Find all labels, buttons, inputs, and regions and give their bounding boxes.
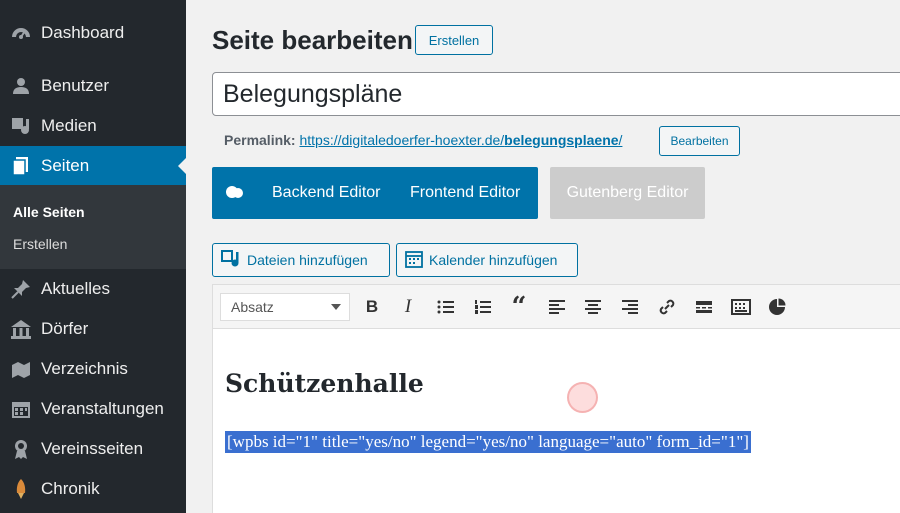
sidebar-submenu: Alle Seiten Erstellen <box>0 185 186 269</box>
backend-editor-button[interactable]: Backend Editor <box>272 184 381 202</box>
sidebar-item-label: Veranstaltungen <box>41 399 164 418</box>
chevron-down-icon <box>331 304 341 310</box>
building-icon <box>10 318 32 340</box>
sidebar-item-medien[interactable]: Medien <box>0 106 186 146</box>
format-select[interactable]: Absatz <box>220 293 350 321</box>
sidebar-item-label: Medien <box>41 116 97 135</box>
gutenberg-editor-button[interactable]: Gutenberg Editor <box>550 167 705 219</box>
map-icon <box>10 358 32 380</box>
new-page-button[interactable]: Erstellen <box>415 25 493 55</box>
calendar-icon <box>10 398 32 420</box>
rocket-icon <box>10 478 32 500</box>
pie-chart-icon[interactable] <box>765 295 789 319</box>
sidebar-item-label: Dashboard <box>41 23 125 42</box>
sidebar-item-label: Vereinsseiten <box>41 439 144 458</box>
align-left-icon[interactable] <box>545 295 569 319</box>
pin-icon <box>10 278 32 300</box>
sidebar-item-label: Chronik <box>41 479 100 498</box>
align-center-icon[interactable] <box>581 295 605 319</box>
quote-icon[interactable]: “ <box>507 292 531 322</box>
editor-toolbar: Absatz B I “ <box>213 285 900 329</box>
cloud-icon <box>224 183 246 206</box>
award-icon <box>10 438 32 460</box>
sidebar-item-verzeichnis[interactable]: Verzeichnis <box>0 349 186 389</box>
sidebar-item-label: Benutzer <box>41 76 110 95</box>
dashboard-icon <box>10 22 32 44</box>
sidebar-item-veranstaltungen[interactable]: Veranstaltungen <box>0 389 186 429</box>
numbered-list-icon[interactable] <box>471 295 495 319</box>
editor-content[interactable]: Schützenhalle [wpbs id="1" title="yes/no… <box>213 329 900 513</box>
user-icon <box>10 75 32 97</box>
add-calendar-label: Kalender hinzufügen <box>429 252 558 268</box>
permalink-edit-button[interactable]: Bearbeiten <box>659 126 740 156</box>
mouse-cursor-highlight <box>567 382 598 413</box>
add-files-label: Dateien hinzufügen <box>247 252 368 268</box>
sidebar-item-vereinsseiten[interactable]: Vereinsseiten <box>0 429 186 469</box>
sidebar-item-aktuelles[interactable]: Aktuelles <box>0 269 186 309</box>
editor-switch-bar: Backend Editor Frontend Editor <box>212 167 538 219</box>
permalink-base: https://digitaledoerfer-hoexter.de/ <box>299 132 505 148</box>
content-heading: Schützenhalle <box>225 369 424 398</box>
selected-shortcode[interactable]: [wpbs id="1" title="yes/no" legend="yes/… <box>225 431 751 453</box>
permalink-link[interactable]: https://digitaledoerfer-hoexter.de/beleg… <box>299 132 622 148</box>
sidebar-item-seiten[interactable]: Seiten <box>0 146 186 186</box>
sidebar-item-label: Seiten <box>41 156 90 175</box>
calendar-icon <box>405 250 423 271</box>
bold-icon[interactable]: B <box>360 295 384 319</box>
sidebar-item-label: Dörfer <box>41 319 89 338</box>
read-more-icon[interactable] <box>692 295 716 319</box>
bullet-list-icon[interactable] <box>434 295 458 319</box>
toolbar-toggle-icon[interactable] <box>729 295 753 319</box>
add-files-button[interactable]: Dateien hinzufügen <box>212 243 390 277</box>
align-right-icon[interactable] <box>618 295 642 319</box>
link-icon[interactable] <box>655 295 679 319</box>
page-title: Seite bearbeiten <box>212 25 413 55</box>
submenu-item-alle-seiten[interactable]: Alle Seiten <box>13 204 85 220</box>
classic-editor: Absatz B I “ Schützenhalle [wpbs id="1" … <box>212 284 900 513</box>
sidebar-item-benutzer[interactable]: Benutzer <box>0 66 186 106</box>
italic-icon[interactable]: I <box>396 295 420 319</box>
pages-icon <box>10 155 32 177</box>
post-title-input[interactable]: Belegungspläne <box>212 72 900 116</box>
sidebar-item-label: Verzeichnis <box>41 359 128 378</box>
permalink-label: Permalink: <box>224 132 296 148</box>
permalink-row: Permalink: https://digitaledoerfer-hoext… <box>224 132 622 148</box>
add-calendar-button[interactable]: Kalender hinzufügen <box>396 243 578 277</box>
sidebar-item-chronik[interactable]: Chronik <box>0 469 186 509</box>
sidebar-item-label: Aktuelles <box>41 279 110 298</box>
format-select-value: Absatz <box>231 299 274 315</box>
sidebar-item-doerfer[interactable]: Dörfer <box>0 309 186 349</box>
media-icon <box>10 115 32 137</box>
submenu-item-erstellen[interactable]: Erstellen <box>13 236 67 252</box>
permalink-slug: belegungsplaene <box>504 132 619 148</box>
sidebar-item-dashboard[interactable]: Dashboard <box>0 13 186 53</box>
media-icon <box>221 249 241 272</box>
permalink-end: / <box>618 132 623 148</box>
admin-sidebar: Dashboard Benutzer Medien Seiten Alle Se… <box>0 0 186 513</box>
frontend-editor-button[interactable]: Frontend Editor <box>410 184 520 202</box>
